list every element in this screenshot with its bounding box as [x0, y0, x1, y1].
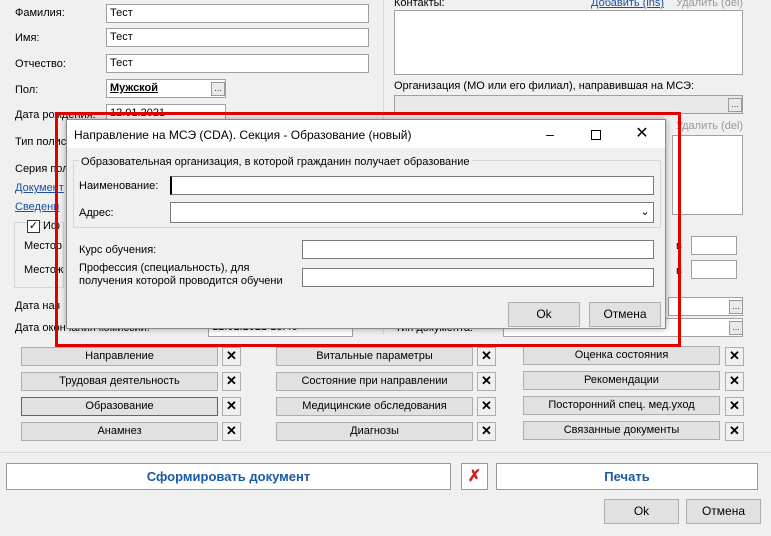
- section-button-recommendations[interactable]: Рекомендации: [523, 371, 720, 390]
- patronymic-field[interactable]: Тест: [106, 54, 369, 73]
- bottom-divider: [0, 452, 771, 453]
- info-checkbox[interactable]: ✓: [27, 220, 40, 233]
- section-remove-icon[interactable]: ✕: [725, 397, 744, 416]
- org-label: Организация (МО или его филиал), направи…: [394, 80, 695, 92]
- contacts-label: Контакты:: [394, 0, 445, 9]
- cancel-button[interactable]: Отмена: [686, 499, 761, 524]
- org-dropdown-button[interactable]: …: [728, 98, 742, 112]
- surname-field[interactable]: Тест: [106, 4, 369, 23]
- section-button-related-docs[interactable]: Связанные документы: [523, 421, 720, 440]
- section-remove-icon[interactable]: ✕: [222, 372, 241, 391]
- section-remove-icon[interactable]: ✕: [725, 347, 744, 366]
- ok-button[interactable]: Ok: [604, 499, 679, 524]
- highlight-frame: [55, 112, 681, 347]
- doc-type-button[interactable]: …: [729, 321, 743, 335]
- section-button-anamnesis[interactable]: Анамнез: [21, 422, 218, 441]
- delete-org-link[interactable]: Удалить (del): [676, 120, 743, 132]
- section-remove-icon[interactable]: ✕: [222, 397, 241, 416]
- section-remove-icon[interactable]: ✕: [477, 422, 496, 441]
- sex-field[interactable]: Мужской: [106, 79, 226, 98]
- section-remove-icon[interactable]: ✕: [222, 422, 241, 441]
- name-label: Имя:: [15, 32, 40, 44]
- section-remove-icon[interactable]: ✕: [222, 347, 241, 366]
- section-button-condition[interactable]: Состояние при направлении: [276, 372, 473, 391]
- section-button-vitals[interactable]: Витальные параметры: [276, 347, 473, 366]
- add-contact-link[interactable]: Добавить (ins): [591, 0, 664, 9]
- contacts-list[interactable]: [394, 10, 743, 75]
- name-field[interactable]: Тест: [106, 28, 369, 47]
- delete-contact-link[interactable]: Удалить (del): [676, 0, 743, 9]
- section-remove-icon[interactable]: ✕: [477, 347, 496, 366]
- section-remove-icon[interactable]: ✕: [725, 372, 744, 391]
- section-button-diagnoses[interactable]: Диагнозы: [276, 422, 473, 441]
- org-list[interactable]: [672, 135, 743, 215]
- print-button[interactable]: Печать: [496, 463, 758, 490]
- surname-label: Фамилия:: [15, 7, 65, 19]
- section-remove-icon[interactable]: ✕: [477, 372, 496, 391]
- section-button-work[interactable]: Трудовая деятельность: [21, 372, 218, 391]
- right-field-1[interactable]: [691, 236, 737, 255]
- section-button-exams[interactable]: Медицинские обследования: [276, 397, 473, 416]
- date-start-button[interactable]: …: [729, 300, 743, 314]
- section-remove-icon[interactable]: ✕: [725, 422, 744, 441]
- section-button-direction[interactable]: Направление: [21, 347, 218, 366]
- delete-document-icon[interactable]: ✗: [461, 463, 488, 490]
- right-field-2[interactable]: [691, 260, 737, 279]
- section-button-education[interactable]: Образование: [21, 397, 218, 416]
- info-link[interactable]: Сведени: [15, 201, 59, 213]
- sex-label: Пол:: [15, 84, 39, 96]
- patronymic-label: Отчество:: [15, 58, 66, 70]
- sex-dropdown-button[interactable]: …: [211, 82, 225, 96]
- generate-document-button[interactable]: Сформировать документ: [6, 463, 451, 490]
- section-remove-icon[interactable]: ✕: [477, 397, 496, 416]
- section-button-assessment[interactable]: Оценка состояния: [523, 346, 720, 365]
- section-button-care[interactable]: Посторонний спец. мед.уход: [523, 396, 720, 415]
- date-start-label: Дата нач: [15, 300, 61, 312]
